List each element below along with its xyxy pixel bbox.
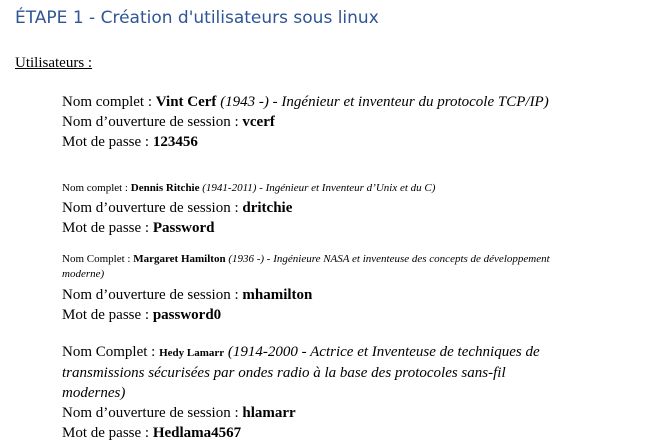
login-line: Nom d’ouverture de session : hlamarr [62,403,562,423]
full-name-line: Nom Complet : Hedy Lamarr (1914-2000 - A… [62,342,567,403]
full-name-line: Nom Complet : Margaret Hamilton (1936 -)… [62,252,562,282]
full-name-line: Nom complet : Dennis Ritchie (1941-2011)… [62,181,562,196]
password-value: Password [152,220,215,236]
password-label: Mot de passe : [62,220,153,236]
full-name-label: Nom complet : [62,94,156,110]
password-value: password0 [152,307,222,323]
login-line: Nom d’ouverture de session : vcerf [62,112,562,132]
login-label: Nom d’ouverture de session : [62,287,243,303]
password-line: Mot de passe : Hedlama4567 [62,423,562,443]
user-bio: (1941-2011) - Ingénieur et Inventeur d’U… [199,182,436,194]
login-line: Nom d’ouverture de session : mhamilton [62,285,562,305]
login-label: Nom d’ouverture de session : [62,405,243,421]
page-heading: ÉTAPE 1 - Création d'utilisateurs sous l… [15,8,379,28]
full-name-line: Nom complet : Vint Cerf (1943 -) - Ingén… [62,92,562,112]
login-value: mhamilton [242,287,313,303]
login-value: hlamarr [242,405,296,421]
full-name-value: Margaret Hamilton [133,253,226,265]
password-label: Mot de passe : [62,307,153,323]
login-value: dritchie [242,200,293,216]
full-name-label: Nom Complet : [62,344,160,360]
full-name-value: Hedy Lamarr [159,347,225,359]
password-label: Mot de passe : [62,425,153,441]
login-label: Nom d’ouverture de session : [62,114,243,130]
login-value: vcerf [242,114,275,130]
section-label-users: Utilisateurs : [15,55,93,71]
login-line: Nom d’ouverture de session : dritchie [62,198,562,218]
full-name-label: Nom Complet : [62,253,134,265]
password-line: Mot de passe : 123456 [62,132,562,152]
full-name-value: Dennis Ritchie [130,182,200,194]
user-entry-hlamarr: Nom Complet : Hedy Lamarr (1914-2000 - A… [62,342,562,443]
password-value: 123456 [152,134,198,150]
user-entry-mhamilton: Nom Complet : Margaret Hamilton (1936 -)… [62,252,562,325]
full-name-label: Nom complet : [62,182,131,194]
password-line: Mot de passe : Password [62,218,562,238]
password-value: Hedlama4567 [152,425,242,441]
full-name-value: Vint Cerf [155,94,217,110]
password-label: Mot de passe : [62,134,153,150]
user-entry-dritchie: Nom complet : Dennis Ritchie (1941-2011)… [62,181,562,238]
password-line: Mot de passe : password0 [62,305,562,325]
user-bio: (1943 -) - Ingénieur et inventeur du pro… [216,94,549,110]
user-entry-vcerf: Nom complet : Vint Cerf (1943 -) - Ingén… [62,92,562,152]
login-label: Nom d’ouverture de session : [62,200,243,216]
